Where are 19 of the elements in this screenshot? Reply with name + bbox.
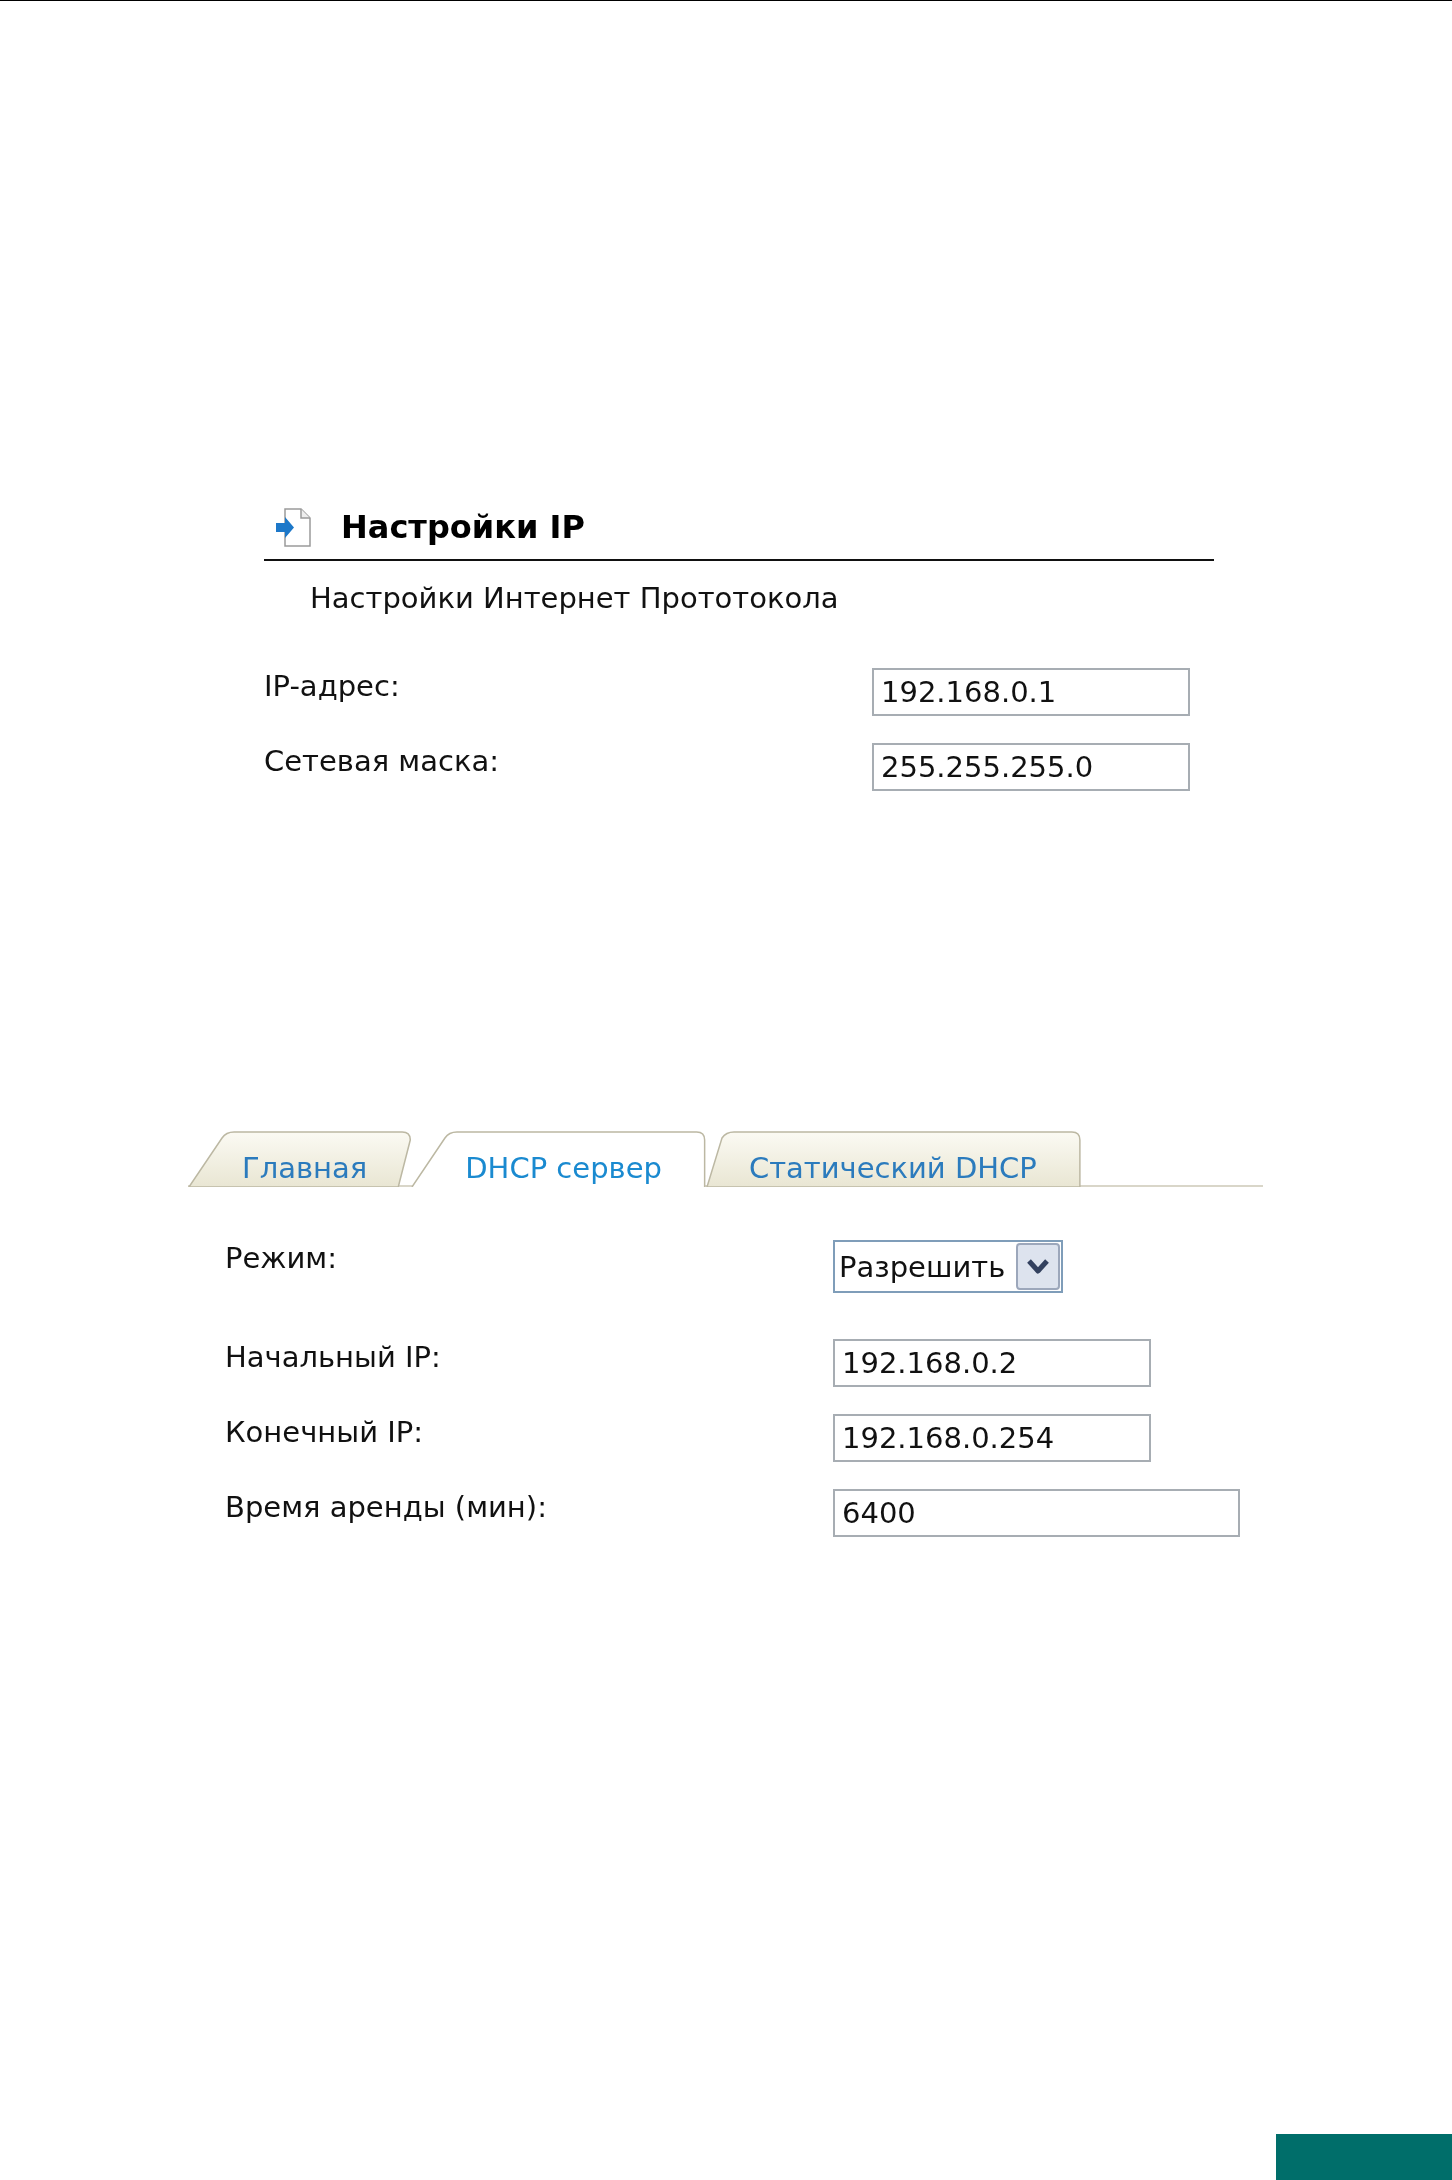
chevron-down-icon <box>1016 1243 1060 1290</box>
input-field[interactable]: 6400 <box>833 1489 1240 1537</box>
mode-select[interactable]: Разрешить <box>833 1240 1063 1293</box>
field-label: Начальный IP: <box>225 1339 442 1374</box>
input-field[interactable]: 192.168.0.2 <box>833 1339 1151 1387</box>
field-label: Сетевая маска: <box>264 743 500 778</box>
input-field[interactable]: 192.168.0.1 <box>872 668 1190 716</box>
field-label: Конечный IP: <box>225 1414 424 1449</box>
tab[interactable]: DHCP сервер <box>411 1131 706 1187</box>
input-field[interactable]: 192.168.0.254 <box>833 1414 1151 1462</box>
document-arrow-icon <box>275 508 312 547</box>
input-field[interactable]: 255.255.255.0 <box>872 743 1190 791</box>
field-label: Время аренды (мин): <box>225 1489 548 1524</box>
section-subtitle: Настройки Интернет Прототокола <box>310 581 840 615</box>
tab[interactable]: Статический DHCP <box>705 1131 1081 1187</box>
section-title: Настройки IP <box>341 508 585 547</box>
tab[interactable]: Главная <box>188 1131 412 1187</box>
field-label: Режим: <box>225 1240 338 1275</box>
field-label: IP-адрес: <box>264 668 401 703</box>
